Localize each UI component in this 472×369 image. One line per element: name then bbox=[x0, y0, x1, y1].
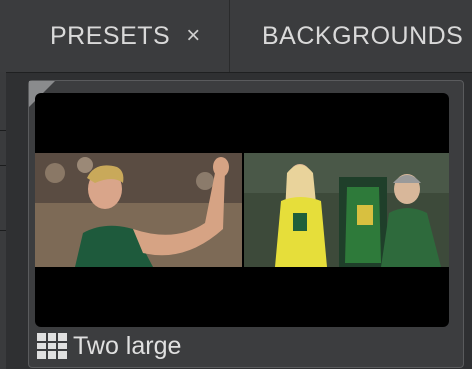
tab-backgrounds-label: BACKGROUNDS bbox=[262, 21, 464, 50]
left-photo bbox=[35, 153, 242, 267]
close-icon[interactable]: × bbox=[186, 22, 201, 50]
preset-card-label: Two large bbox=[37, 327, 181, 365]
thumbnail-photos bbox=[35, 153, 449, 267]
tab-backgrounds[interactable]: BACKGROUNDS bbox=[231, 0, 472, 72]
tab-presets-label: PRESETS bbox=[50, 21, 171, 50]
right-photo bbox=[244, 153, 449, 267]
preset-card-two-large[interactable]: Two large bbox=[28, 80, 464, 368]
preset-thumbnail[interactable] bbox=[35, 93, 449, 327]
preset-name: Two large bbox=[73, 331, 182, 360]
grid-layout-icon bbox=[37, 333, 67, 359]
tab-presets[interactable]: PRESETS × bbox=[0, 0, 230, 72]
presets-panel: Two large bbox=[6, 73, 472, 369]
tab-bar: PRESETS × BACKGROUNDS bbox=[0, 0, 472, 73]
